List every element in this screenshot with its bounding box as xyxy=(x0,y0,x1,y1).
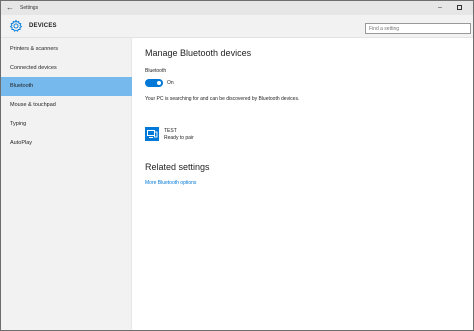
sidebar-item-typing[interactable]: Typing xyxy=(1,115,132,134)
maximize-icon xyxy=(456,4,462,10)
computer-icon[interactable] xyxy=(145,127,159,141)
gear-icon xyxy=(9,19,23,32)
related-settings-heading: Related settings xyxy=(145,162,210,172)
settings-window: ← Settings – DEVICES Printers & scanners… xyxy=(0,0,474,331)
minimize-button[interactable]: – xyxy=(433,2,447,13)
bluetooth-toggle[interactable] xyxy=(145,79,163,87)
discovery-status-text: Your PC is searching for and can be disc… xyxy=(145,96,300,102)
bluetooth-label: Bluetooth xyxy=(145,68,167,74)
search-input[interactable] xyxy=(365,23,471,34)
page-title: Manage Bluetooth devices xyxy=(145,48,252,58)
window-title: Settings xyxy=(20,5,39,11)
device-name[interactable]: TEST xyxy=(164,128,177,135)
sidebar-item-bluetooth[interactable]: Bluetooth xyxy=(1,77,132,96)
maximize-button[interactable] xyxy=(452,2,466,13)
sidebar-item-autoplay[interactable]: AutoPlay xyxy=(1,134,132,153)
sidebar: Printers & scanners Connected devices Bl… xyxy=(1,38,132,330)
sidebar-item-connected-devices[interactable]: Connected devices xyxy=(1,59,132,78)
main-content: Manage Bluetooth devices Bluetooth On Yo… xyxy=(132,38,473,330)
more-bluetooth-options-link[interactable]: More Bluetooth options xyxy=(145,180,196,187)
back-arrow-icon[interactable]: ← xyxy=(4,2,16,13)
sidebar-item-mouse-touchpad[interactable]: Mouse & touchpad xyxy=(1,96,132,115)
sidebar-item-printers-scanners[interactable]: Printers & scanners xyxy=(1,40,132,59)
title-bar: ← Settings – xyxy=(1,1,473,15)
toggle-knob xyxy=(157,81,161,85)
toggle-state-label: On xyxy=(167,80,174,86)
section-title: DEVICES xyxy=(29,23,57,29)
device-status: Ready to pair xyxy=(164,135,194,141)
page-header: DEVICES xyxy=(1,15,473,38)
